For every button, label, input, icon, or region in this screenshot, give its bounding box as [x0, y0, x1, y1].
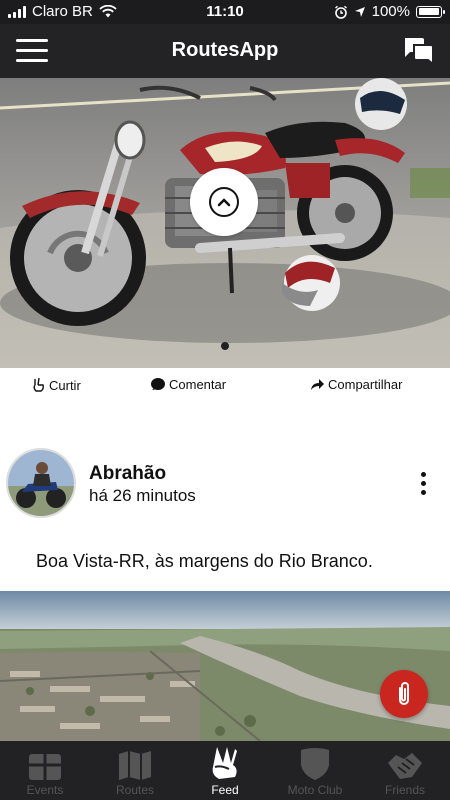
post-author[interactable]: Abrahão — [89, 463, 166, 485]
status-right: 100% — [334, 3, 445, 20]
tab-events[interactable]: Events — [0, 741, 90, 800]
pager-dot — [221, 342, 229, 350]
attach-button[interactable] — [380, 670, 428, 718]
page-title: RoutesApp — [171, 39, 279, 61]
tab-routes[interactable]: Routes — [90, 741, 180, 800]
chevron-up-icon — [209, 187, 239, 217]
victory-hand-icon — [33, 377, 44, 392]
comment-button[interactable]: Comentar — [150, 377, 226, 392]
navbar: RoutesApp — [0, 24, 450, 78]
tab-feed[interactable]: Feed — [180, 741, 270, 800]
comment-label: Comentar — [169, 377, 227, 392]
post-actions: Curtir Comentar Compartilhar — [0, 368, 450, 404]
shield-icon — [301, 748, 329, 780]
share-button[interactable]: Compartilhar — [310, 377, 402, 392]
tab-label: Friends — [384, 783, 425, 797]
tab-label: Events — [26, 783, 64, 797]
map-icon — [119, 751, 151, 780]
location-arrow-icon — [354, 6, 365, 17]
post-timestamp: há 26 minutos — [89, 486, 196, 505]
handshake-icon — [388, 753, 422, 779]
tab-label: Moto Club — [287, 783, 343, 797]
alarm-icon — [334, 5, 347, 19]
share-arrow-icon — [311, 379, 324, 390]
more-options-icon[interactable] — [417, 472, 429, 500]
tab-label: Feed — [211, 783, 239, 797]
battery-icon — [416, 5, 445, 18]
tab-bar: Events Routes Feed Moto Club Friends — [0, 741, 450, 800]
post-hero-image[interactable] — [0, 78, 450, 368]
aerial-city-photo — [0, 591, 450, 741]
comment-bubble-icon — [151, 378, 165, 390]
post-photo-aerial[interactable] — [0, 591, 450, 741]
tab-moto-club[interactable]: Moto Club — [270, 741, 360, 800]
like-button[interactable]: Curtir — [32, 377, 81, 393]
chat-bubbles-icon[interactable] — [402, 34, 436, 68]
calendar-icon — [29, 754, 61, 780]
paperclip-icon — [399, 682, 409, 705]
collapse-description-button[interactable] — [190, 168, 258, 236]
avatar[interactable] — [6, 448, 76, 518]
like-label: Curtir — [49, 377, 81, 393]
victory-hand-icon — [212, 747, 237, 779]
tab-label: Routes — [115, 783, 155, 797]
post-caption: Boa Vista-RR, às margens do Rio Branco. — [36, 551, 373, 571]
status-bar: Claro BR 11:10 100% — [0, 0, 450, 24]
battery-percent: 100% — [371, 3, 410, 20]
share-label: Compartilhar — [328, 377, 403, 392]
tab-friends[interactable]: Friends — [360, 741, 450, 800]
